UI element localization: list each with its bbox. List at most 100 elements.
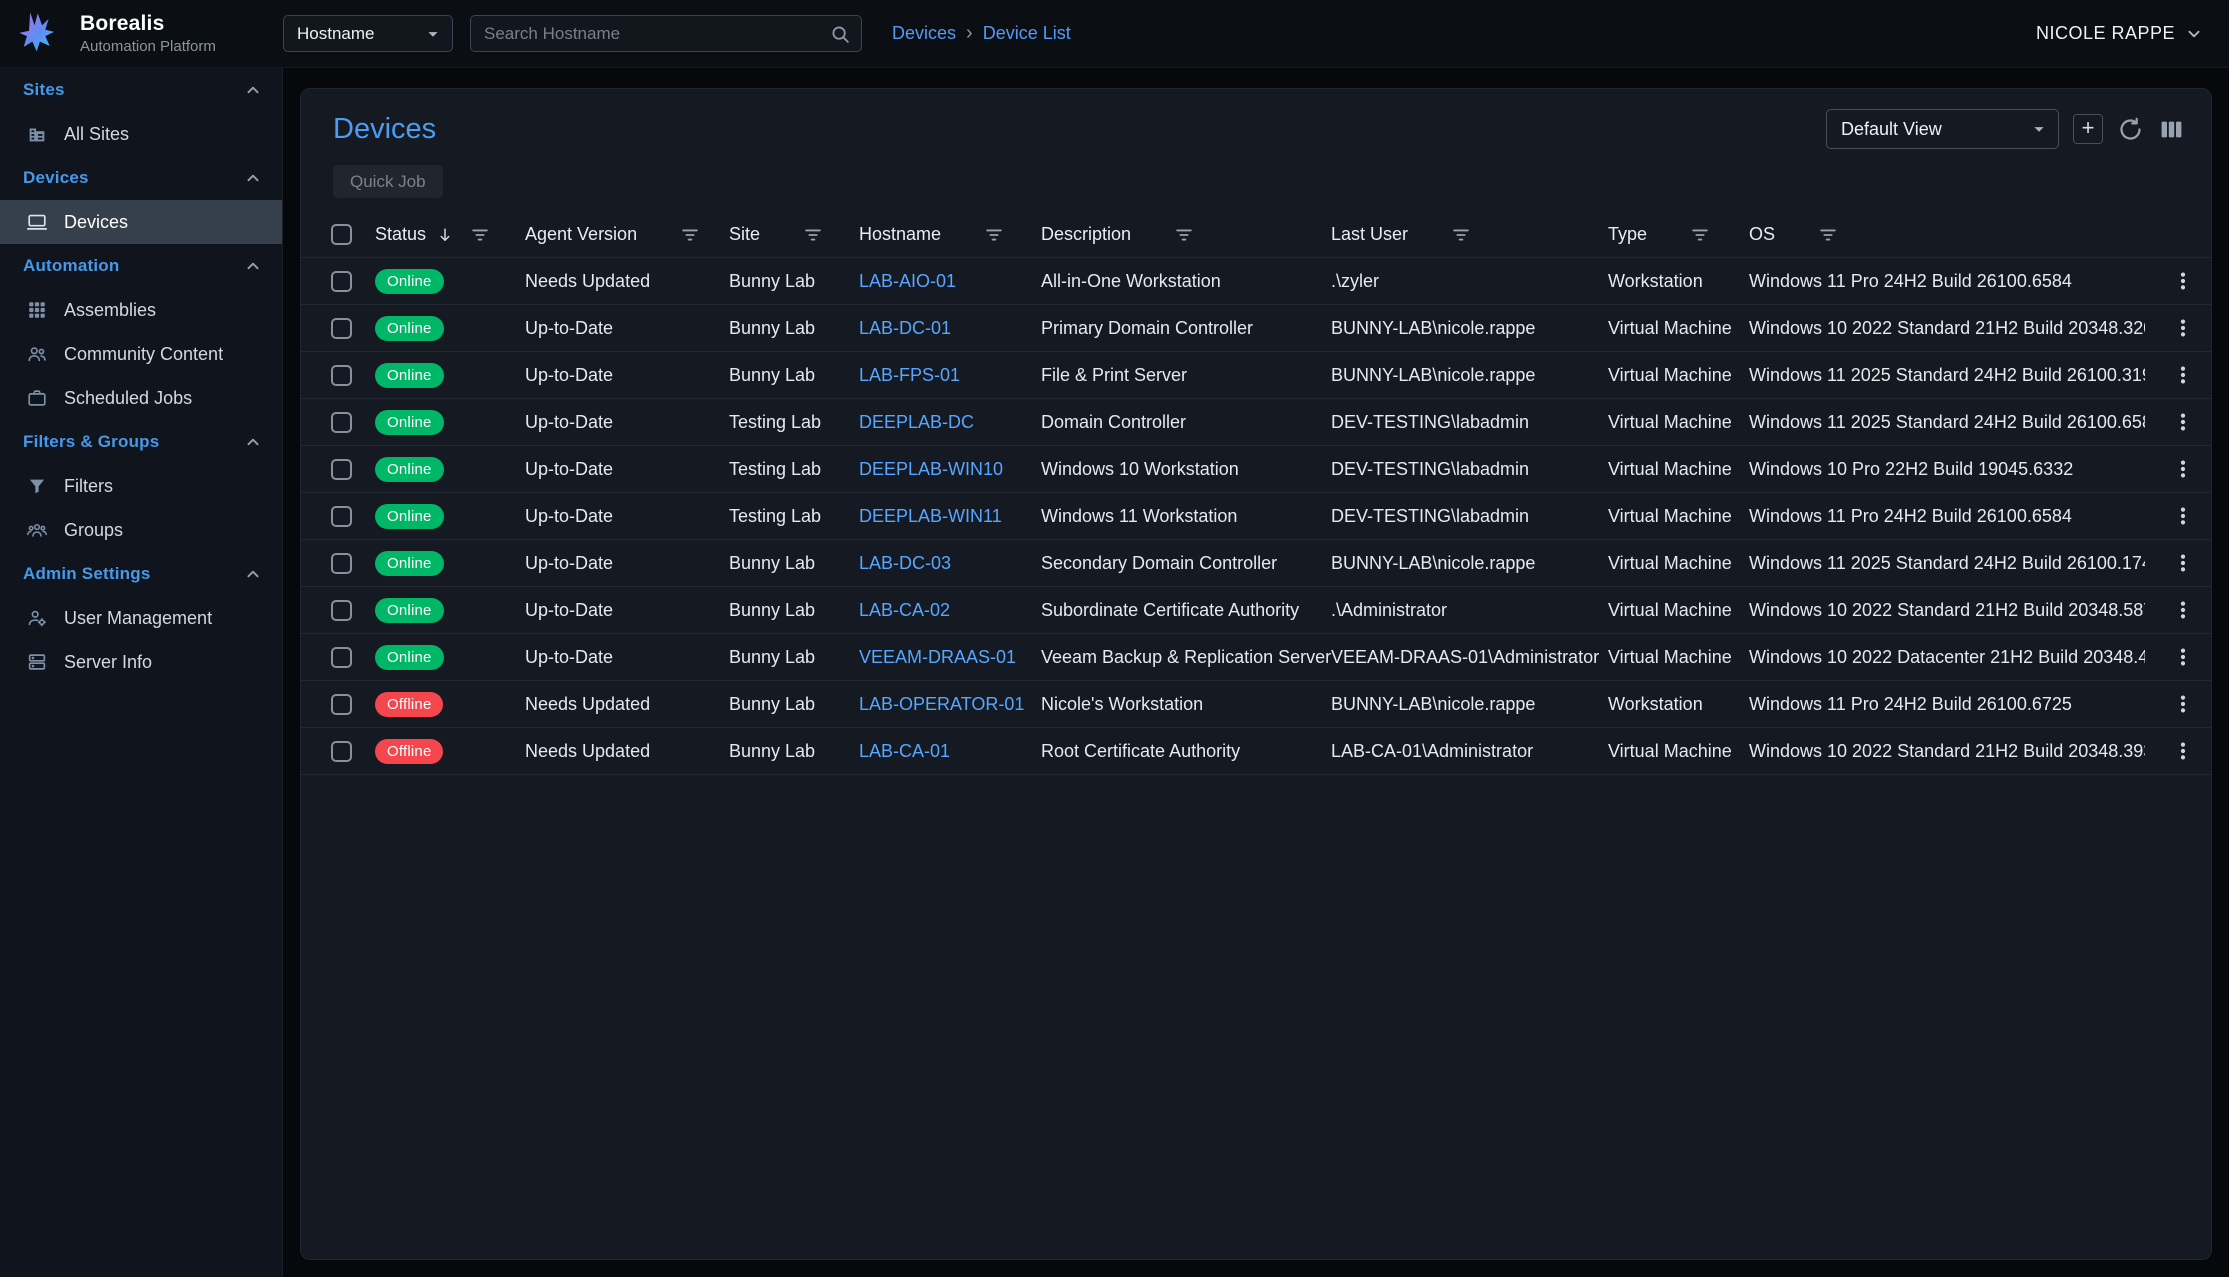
- filter-icon[interactable]: [1173, 224, 1195, 246]
- sidebar-item-user-management[interactable]: User Management: [0, 596, 282, 640]
- hostname-cell: LAB-AIO-01: [859, 271, 1041, 292]
- sidebar-item-label: Filters: [64, 476, 113, 497]
- hostname-link[interactable]: LAB-FPS-01: [859, 365, 960, 386]
- row-checkbox[interactable]: [331, 741, 352, 762]
- status-cell: Online: [375, 598, 525, 623]
- row-menu-icon[interactable]: [2171, 457, 2195, 481]
- hostname-link[interactable]: DEEPLAB-WIN10: [859, 459, 1003, 480]
- last-user-cell: VEEAM-DRAAS-01\Administrator: [1331, 647, 1608, 668]
- brand[interactable]: Borealis Automation Platform: [0, 8, 283, 60]
- sidebar-item-community-content[interactable]: Community Content: [0, 332, 282, 376]
- breadcrumb-devices[interactable]: Devices: [892, 23, 956, 44]
- row-actions-cell: [2145, 316, 2201, 340]
- column-header-agent[interactable]: Agent Version: [525, 224, 729, 246]
- all-sites-icon: [26, 123, 48, 145]
- hostname-link[interactable]: LAB-CA-02: [859, 600, 950, 621]
- filter-icon[interactable]: [1817, 224, 1839, 246]
- row-menu-icon[interactable]: [2171, 598, 2195, 622]
- filter-icon[interactable]: [1450, 224, 1472, 246]
- sidebar-item-assemblies[interactable]: Assemblies: [0, 288, 282, 332]
- sort-desc-icon[interactable]: [435, 225, 455, 245]
- filter-icon[interactable]: [983, 224, 1005, 246]
- search-icon[interactable]: [829, 23, 851, 45]
- hostname-link[interactable]: VEEAM-DRAAS-01: [859, 647, 1016, 668]
- column-header-os[interactable]: OS: [1749, 224, 2145, 246]
- column-header-user[interactable]: Last User: [1331, 224, 1608, 246]
- row-menu-icon[interactable]: [2171, 316, 2195, 340]
- last-user-cell: BUNNY-LAB\nicole.rappe: [1331, 318, 1608, 339]
- row-menu-icon[interactable]: [2171, 739, 2195, 763]
- sidebar-item-devices[interactable]: Devices: [0, 200, 282, 244]
- hostname-cell: LAB-OPERATOR-01: [859, 694, 1041, 715]
- columns-icon[interactable]: [2158, 116, 2185, 143]
- column-header-hostname[interactable]: Hostname: [859, 224, 1041, 246]
- sidebar-item-groups[interactable]: Groups: [0, 508, 282, 552]
- row-menu-icon[interactable]: [2171, 504, 2195, 528]
- search-field-dropdown[interactable]: Hostname: [283, 15, 453, 52]
- select-all-checkbox[interactable]: [331, 224, 352, 245]
- row-actions-cell: [2145, 457, 2201, 481]
- site-text: Bunny Lab: [729, 318, 815, 339]
- agent-version-cell: Up-to-Date: [525, 506, 729, 527]
- filter-icon[interactable]: [1689, 224, 1711, 246]
- sidebar-section-automation[interactable]: Automation: [0, 244, 282, 288]
- sidebar-section-admin-settings[interactable]: Admin Settings: [0, 552, 282, 596]
- site-cell: Testing Lab: [729, 506, 859, 527]
- user-menu[interactable]: NICOLE RAPPE: [2036, 23, 2205, 45]
- sidebar-item-label: Server Info: [64, 652, 152, 673]
- row-menu-icon[interactable]: [2171, 551, 2195, 575]
- row-menu-icon[interactable]: [2171, 410, 2195, 434]
- sidebar-section-devices[interactable]: Devices: [0, 156, 282, 200]
- filter-icon[interactable]: [469, 224, 491, 246]
- row-menu-icon[interactable]: [2171, 692, 2195, 716]
- column-header-type[interactable]: Type: [1608, 224, 1749, 246]
- sidebar-item-scheduled-jobs[interactable]: Scheduled Jobs: [0, 376, 282, 420]
- row-checkbox[interactable]: [331, 694, 352, 715]
- row-checkbox[interactable]: [331, 318, 352, 339]
- hostname-link[interactable]: LAB-DC-01: [859, 318, 951, 339]
- hostname-link[interactable]: DEEPLAB-WIN11: [859, 506, 1002, 527]
- hostname-link[interactable]: LAB-DC-03: [859, 553, 951, 574]
- site-text: Bunny Lab: [729, 694, 815, 715]
- row-checkbox[interactable]: [331, 459, 352, 480]
- column-header-desc[interactable]: Description: [1041, 224, 1331, 246]
- sidebar-section-filters-groups[interactable]: Filters & Groups: [0, 420, 282, 464]
- row-menu-icon[interactable]: [2171, 645, 2195, 669]
- site-cell: Testing Lab: [729, 412, 859, 433]
- row-checkbox[interactable]: [331, 365, 352, 386]
- filter-icon[interactable]: [802, 224, 824, 246]
- add-view-button[interactable]: +: [2073, 114, 2103, 144]
- status-cell: Online: [375, 363, 525, 388]
- column-label: Last User: [1331, 224, 1408, 245]
- search-input[interactable]: [484, 24, 829, 44]
- row-checkbox[interactable]: [331, 647, 352, 668]
- filter-icon[interactable]: [679, 224, 701, 246]
- view-select[interactable]: Default View: [1826, 109, 2059, 149]
- description-text: Primary Domain Controller: [1041, 318, 1253, 339]
- hostname-link[interactable]: LAB-AIO-01: [859, 271, 956, 292]
- row-menu-icon[interactable]: [2171, 363, 2195, 387]
- hostname-link[interactable]: LAB-OPERATOR-01: [859, 694, 1024, 715]
- sidebar-item-server-info[interactable]: Server Info: [0, 640, 282, 684]
- server-info-icon: [26, 651, 48, 673]
- row-checkbox[interactable]: [331, 412, 352, 433]
- sidebar-item-filters[interactable]: Filters: [0, 464, 282, 508]
- column-header-status[interactable]: Status: [375, 224, 525, 246]
- row-menu-icon[interactable]: [2171, 269, 2195, 293]
- row-checkbox[interactable]: [331, 600, 352, 621]
- description-cell: File & Print Server: [1041, 365, 1331, 386]
- row-checkbox[interactable]: [331, 271, 352, 292]
- sidebar-item-all-sites[interactable]: All Sites: [0, 112, 282, 156]
- sidebar-section-sites[interactable]: Sites: [0, 68, 282, 112]
- hostname-link[interactable]: LAB-CA-01: [859, 741, 950, 762]
- column-header-site[interactable]: Site: [729, 224, 859, 246]
- row-select-cell: [331, 506, 375, 527]
- row-checkbox[interactable]: [331, 553, 352, 574]
- hostname-cell: LAB-CA-02: [859, 600, 1041, 621]
- refresh-icon[interactable]: [2117, 116, 2144, 143]
- hostname-link[interactable]: DEEPLAB-DC: [859, 412, 974, 433]
- site-text: Bunny Lab: [729, 365, 815, 386]
- quick-job-button[interactable]: Quick Job: [333, 165, 443, 198]
- breadcrumb-device-list[interactable]: Device List: [983, 23, 1071, 44]
- row-checkbox[interactable]: [331, 506, 352, 527]
